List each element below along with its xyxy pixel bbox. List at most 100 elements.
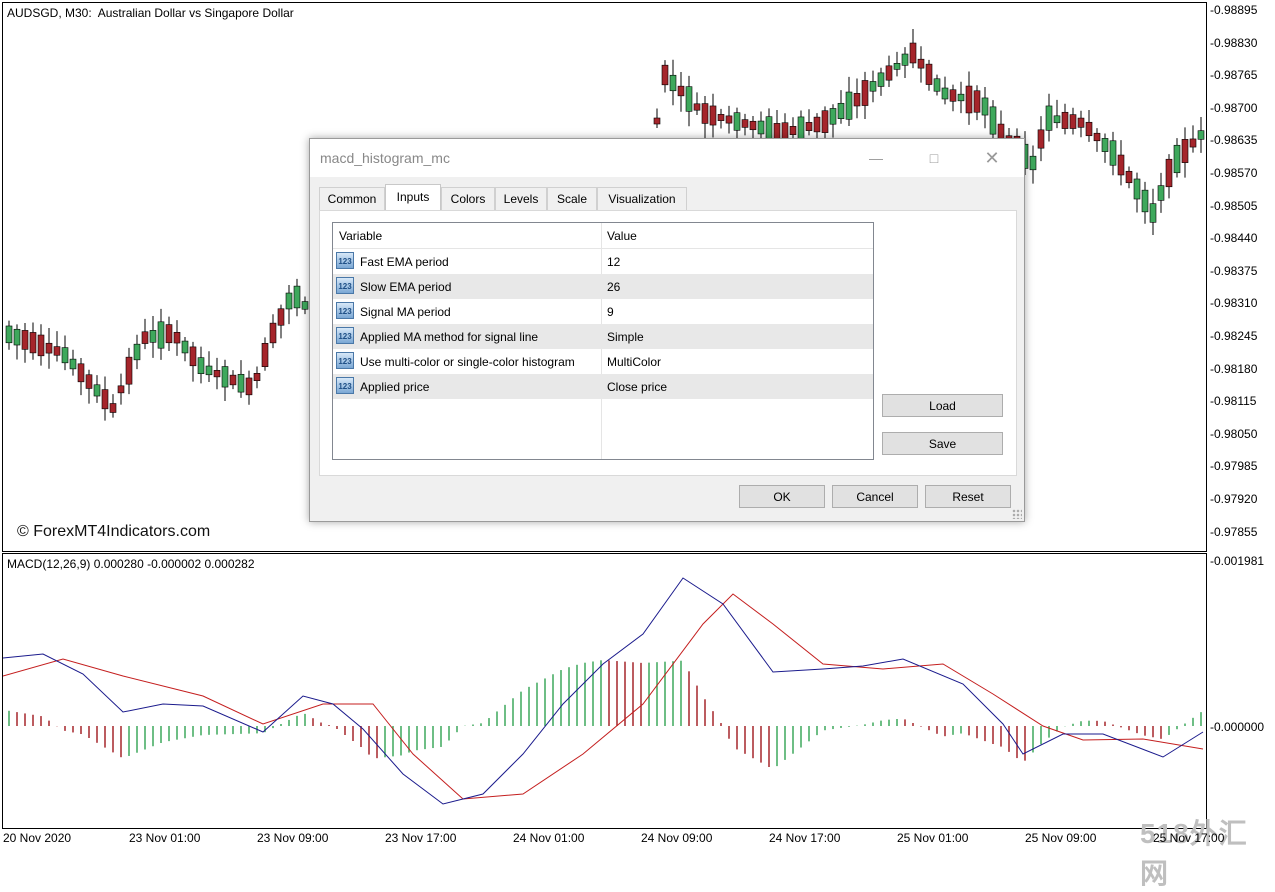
candle-body	[285, 292, 293, 310]
candle-body	[693, 103, 701, 111]
candle-body	[1133, 178, 1141, 200]
time-label: 24 Nov 01:00	[513, 831, 585, 845]
tab-colors[interactable]: Colors	[441, 187, 495, 210]
candle-body	[829, 108, 837, 125]
cancel-button[interactable]: Cancel	[832, 485, 918, 508]
price-label: -0.98830	[1210, 35, 1258, 50]
candle-body	[845, 91, 853, 120]
candle-body	[861, 80, 869, 106]
time-label: 25 Nov 01:00	[897, 831, 969, 845]
tab-visualization[interactable]: Visualization	[597, 187, 687, 210]
candle-body	[941, 87, 949, 100]
input-row-slow-ema[interactable]: 123 Slow EMA period 26	[333, 274, 873, 299]
close-icon[interactable]: ✕	[972, 145, 1012, 171]
candle-body	[853, 93, 861, 107]
price-label: -0.98700	[1210, 100, 1258, 115]
candle-body	[93, 384, 101, 397]
candle-body	[45, 342, 53, 354]
candle-body	[133, 343, 141, 361]
tab-inputs[interactable]: Inputs	[385, 184, 441, 210]
price-label: -0.97855	[1210, 524, 1258, 539]
candle-body	[933, 78, 941, 92]
input-value[interactable]: 26	[607, 280, 620, 294]
candle-body	[1069, 114, 1077, 129]
load-button[interactable]: Load	[882, 394, 1003, 417]
macd-indicator-pane[interactable]: MACD(12,26,9) 0.000280 -0.000002 0.00028…	[2, 553, 1207, 829]
column-header-variable[interactable]: Variable	[339, 229, 382, 243]
indicator-scale-label: -0.001981	[1210, 554, 1265, 568]
candle-body	[797, 116, 805, 141]
input-value[interactable]: 12	[607, 255, 620, 269]
candle-body	[229, 374, 237, 386]
minimize-icon[interactable]: —	[856, 145, 896, 171]
price-label: -0.98375	[1210, 263, 1258, 278]
chart-title: AUDSGD, M30: Australian Dollar vs Singap…	[7, 6, 294, 20]
candle-body	[869, 81, 877, 92]
candle-body	[1077, 117, 1085, 128]
candle-body	[733, 112, 741, 131]
watermark-text: © ForexMT4Indicators.com	[17, 523, 211, 540]
candle-body	[741, 119, 749, 128]
candle-body	[141, 331, 149, 344]
column-header-value[interactable]: Value	[607, 229, 637, 243]
tab-common[interactable]: Common	[319, 187, 385, 210]
price-label: -0.98570	[1210, 166, 1258, 180]
input-variable: Applied price	[360, 380, 430, 394]
price-label: -0.98050	[1210, 426, 1258, 441]
price-label: -0.98440	[1210, 231, 1258, 246]
input-row-fast-ema[interactable]: 123 Fast EMA period 12	[333, 249, 873, 274]
save-button[interactable]: Save	[882, 432, 1003, 455]
candle-body	[37, 334, 45, 357]
resize-grip-icon[interactable]	[1012, 509, 1022, 519]
integer-type-icon: 123	[336, 377, 354, 394]
candle-body	[85, 374, 93, 389]
time-label: 24 Nov 09:00	[641, 831, 713, 845]
input-value[interactable]: MultiColor	[607, 355, 661, 369]
input-variable: Applied MA method for signal line	[360, 330, 539, 344]
candle-body	[157, 321, 165, 349]
candle-body	[973, 90, 981, 113]
candle-body	[53, 346, 61, 356]
input-value[interactable]: Simple	[607, 330, 644, 344]
candle-body	[701, 103, 709, 124]
candle-body	[909, 42, 917, 64]
price-label: -0.98180	[1210, 361, 1258, 376]
candle-body	[1157, 185, 1165, 201]
dialog-titlebar[interactable]: macd_histogram_mc — □ ✕	[310, 139, 1024, 177]
candle-body	[749, 120, 757, 131]
candle-body	[1109, 140, 1117, 166]
maximize-icon[interactable]: □	[914, 145, 954, 171]
indicator-label: MACD(12,26,9) 0.000280 -0.000002 0.00028…	[7, 557, 255, 571]
candle-body	[925, 63, 933, 85]
input-value[interactable]: Close price	[607, 380, 667, 394]
input-row-signal-ma[interactable]: 123 Signal MA period 9	[333, 299, 873, 324]
candle-body	[117, 385, 125, 394]
input-row-ma-method[interactable]: 123 Applied MA method for signal line Si…	[333, 324, 873, 349]
candle-body	[661, 64, 669, 86]
candle-body	[949, 89, 957, 102]
input-value[interactable]: 9	[607, 305, 614, 319]
price-label: -0.98245	[1210, 329, 1258, 343]
input-variable: Fast EMA period	[360, 255, 449, 269]
candle-body	[1093, 132, 1101, 142]
input-row-histogram-color[interactable]: 123 Use multi-color or single-color hist…	[333, 349, 873, 374]
candle-body	[173, 331, 181, 344]
time-label: 24 Nov 17:00	[769, 831, 841, 845]
tab-scale[interactable]: Scale	[547, 187, 597, 210]
candle-body	[965, 85, 973, 114]
candle-body	[61, 347, 69, 364]
candle-body	[1117, 154, 1125, 176]
ok-button[interactable]: OK	[739, 485, 825, 508]
candle-body	[1061, 111, 1069, 129]
candle-body	[677, 85, 685, 97]
candle-body	[989, 106, 997, 135]
candle-body	[213, 370, 221, 378]
input-row-applied-price[interactable]: 123 Applied price Close price	[333, 374, 873, 399]
candle-body	[261, 343, 269, 367]
signal-line	[3, 593, 1204, 800]
inputs-grid: Variable Value 123 Fast EMA period 12 12…	[332, 222, 874, 460]
input-variable: Signal MA period	[360, 305, 451, 319]
reset-button[interactable]: Reset	[925, 485, 1011, 508]
tab-levels[interactable]: Levels	[495, 187, 547, 210]
candle-body	[1085, 121, 1093, 137]
